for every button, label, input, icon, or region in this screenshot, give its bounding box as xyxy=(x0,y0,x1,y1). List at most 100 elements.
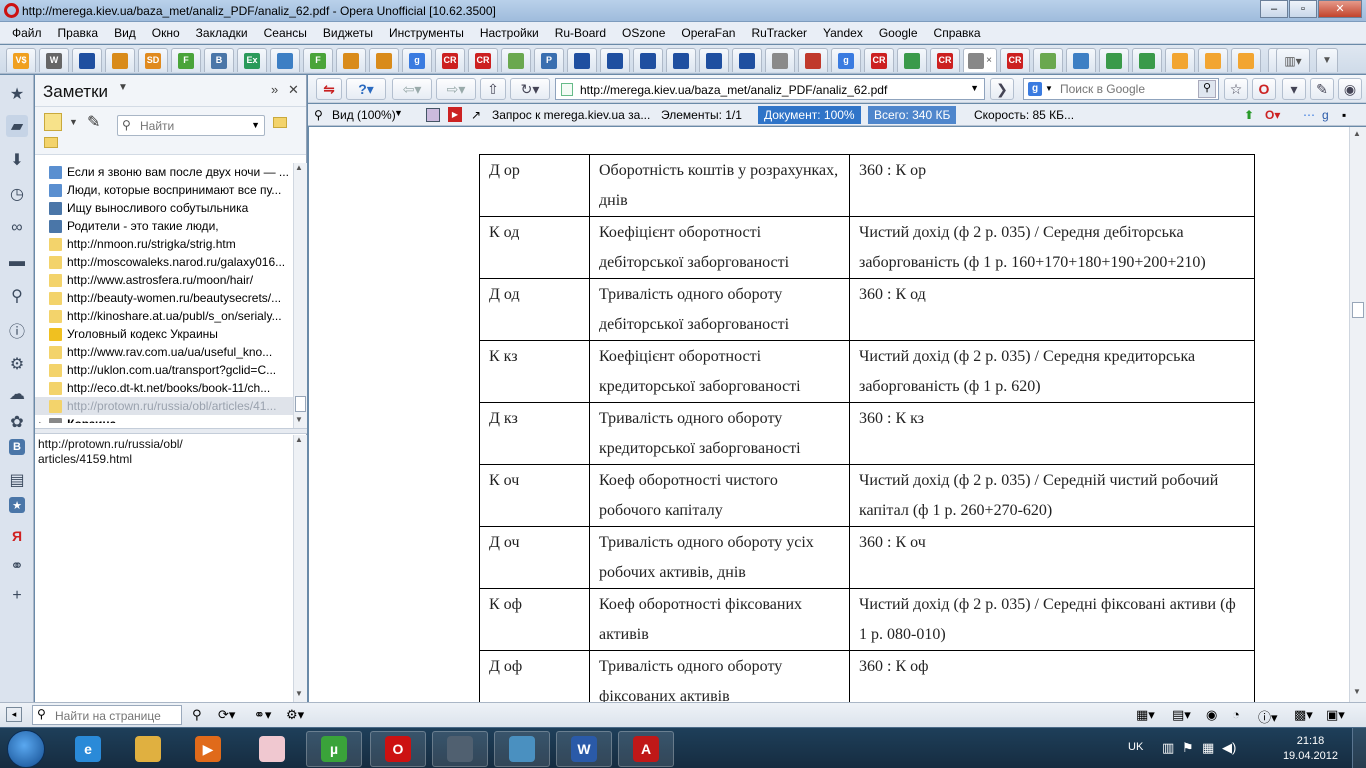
menu-item[interactable]: Yandex xyxy=(815,26,871,40)
notes-list-scrollbar[interactable]: ▲ ▼ xyxy=(293,163,307,428)
image-icon[interactable]: ▦▾ xyxy=(1136,707,1155,723)
tab[interactable] xyxy=(1165,48,1195,72)
tab[interactable]: CR xyxy=(930,48,960,72)
yandex-panel-icon[interactable]: Я xyxy=(6,525,28,547)
menu-item[interactable]: Справка xyxy=(926,26,989,40)
notes-title[interactable]: Заметки xyxy=(43,82,108,102)
note-item[interactable]: http://kinoshare.at.ua/publ/s_on/serialy… xyxy=(35,307,293,325)
taskbar-app[interactable] xyxy=(120,731,176,767)
settings-icon[interactable]: ⚙▾ xyxy=(286,707,304,723)
network-icon[interactable]: ▥ xyxy=(1162,740,1174,756)
network-status-icon[interactable]: ▦ xyxy=(1202,740,1214,756)
new-note-icon[interactable] xyxy=(44,113,62,131)
zoom-icon[interactable]: ⚲ xyxy=(192,707,202,723)
close-tab-icon[interactable]: × xyxy=(986,55,992,66)
share-icon[interactable]: ⚭▾ xyxy=(254,707,271,723)
tab[interactable] xyxy=(1066,48,1096,72)
zoom-icon[interactable]: ⚲ xyxy=(314,108,323,122)
star-icon[interactable]: ☆ xyxy=(1224,78,1248,100)
note-item[interactable]: http://protown.ru/russia/obl/articles/41… xyxy=(35,397,293,415)
widget-panel-icon[interactable]: ☁ xyxy=(6,383,28,405)
tab[interactable]: CR xyxy=(864,48,894,72)
tab[interactable] xyxy=(1033,48,1063,72)
menu-item[interactable]: OSzone xyxy=(614,26,673,40)
tab[interactable] xyxy=(105,48,135,72)
view-icon[interactable]: ▣▾ xyxy=(1326,707,1345,723)
windows-panel-icon[interactable]: ▬ xyxy=(6,251,28,273)
flag-icon[interactable]: ⚑ xyxy=(1182,740,1194,756)
menu-item[interactable]: Окно xyxy=(144,26,188,40)
stop-icon[interactable]: O▾ xyxy=(1265,108,1280,122)
tab[interactable]: B xyxy=(204,48,234,72)
note-item[interactable]: http://beauty-women.ru/beautysecrets/... xyxy=(35,289,293,307)
taskbar-app[interactable]: e xyxy=(60,731,116,767)
folder-icon[interactable] xyxy=(273,117,287,128)
edit-icon[interactable]: ✎ xyxy=(1310,78,1334,100)
start-button[interactable] xyxy=(7,730,45,768)
chevron-down-icon[interactable]: ▼ xyxy=(394,108,403,118)
tab[interactable] xyxy=(600,48,630,72)
search-panel-icon[interactable]: ⚲ xyxy=(6,285,28,307)
note-item[interactable]: http://eco.dt-kt.net/books/book-11/ch... xyxy=(35,379,293,397)
settings-panel-icon[interactable]: ⚙ xyxy=(6,353,28,375)
tab[interactable] xyxy=(1099,48,1129,72)
tab[interactable] xyxy=(732,48,762,72)
panels-toggle-button[interactable]: ⇋ xyxy=(316,78,342,100)
tab[interactable] xyxy=(798,48,828,72)
expand-icon[interactable]: ▷ xyxy=(39,420,45,424)
tab[interactable]: Ex xyxy=(237,48,267,72)
chevron-down-icon[interactable]: ▼ xyxy=(118,82,128,93)
tab[interactable] xyxy=(72,48,102,72)
tab[interactable] xyxy=(501,48,531,72)
flower-panel-icon[interactable]: ✿ xyxy=(6,411,28,433)
opera-icon[interactable] xyxy=(4,3,19,18)
search-input[interactable] xyxy=(1060,81,1200,97)
reload-button[interactable]: ↻▾ xyxy=(510,78,550,100)
tab[interactable]: W xyxy=(39,48,69,72)
minimize-button[interactable]: – xyxy=(1260,0,1288,18)
document-scrollbar[interactable]: ▲ ▼ xyxy=(1349,127,1366,702)
google-icon[interactable]: g xyxy=(1322,108,1329,122)
menu-item[interactable]: Сеансы xyxy=(256,26,315,40)
tab[interactable]: SD xyxy=(138,48,168,72)
google-icon[interactable]: g xyxy=(1028,82,1042,96)
taskbar-app[interactable]: W xyxy=(556,731,612,767)
tab[interactable] xyxy=(1231,48,1261,72)
menu-item[interactable]: Ru-Board xyxy=(547,26,614,40)
help-button[interactable]: ?▾ xyxy=(346,78,386,100)
menu-item[interactable]: Google xyxy=(871,26,926,40)
notes-panel-icon[interactable]: ▰ xyxy=(6,115,28,137)
scroll-thumb[interactable] xyxy=(295,396,306,412)
tab[interactable]: g xyxy=(831,48,861,72)
close-button[interactable]: ✕ xyxy=(1318,0,1362,18)
add-panel-icon[interactable]: + xyxy=(6,585,28,607)
zoom-level[interactable]: Вид (100%) xyxy=(332,108,396,122)
closed-tabs-icon[interactable]: ▥▾ xyxy=(1276,48,1310,72)
back-button[interactable]: ⇦▾ xyxy=(392,78,432,100)
vk-panel-icon[interactable]: B xyxy=(9,439,25,455)
notes-search-input[interactable] xyxy=(140,116,250,135)
block-icon[interactable] xyxy=(426,108,440,122)
eye-icon[interactable]: ◉ xyxy=(1338,78,1362,100)
taskbar-app[interactable] xyxy=(494,731,550,767)
tab[interactable]: V$ xyxy=(6,48,36,72)
tab[interactable]: F xyxy=(303,48,333,72)
tab[interactable] xyxy=(765,48,795,72)
chevron-down-icon[interactable]: ▼ xyxy=(69,117,78,127)
info-icon[interactable]: ⓘ▾ xyxy=(1258,707,1278,726)
maximize-button[interactable]: ▫ xyxy=(1289,0,1317,18)
address-url[interactable]: http://merega.kiev.ua/baza_met/analiz_PD… xyxy=(580,83,887,97)
taskbar-app[interactable] xyxy=(432,731,488,767)
calendar-panel-icon[interactable]: ▤ xyxy=(6,469,28,491)
speed-dial-icon[interactable]: ◉ xyxy=(1206,707,1217,723)
widgets-icon[interactable]: ▩▾ xyxy=(1294,707,1313,723)
tab[interactable] xyxy=(336,48,366,72)
close-panel-icon[interactable]: ✕ xyxy=(288,82,299,98)
note-item[interactable]: http://www.rav.com.ua/ua/useful_kno... xyxy=(35,343,293,361)
note-item[interactable]: Уголовный кодекс Украины xyxy=(35,325,293,343)
youtube-icon[interactable]: ▶ xyxy=(448,107,462,122)
chevron-down-icon[interactable]: ▼ xyxy=(251,120,260,130)
more-icon[interactable]: ⋯ xyxy=(1303,108,1315,122)
taskbar-app[interactable]: µ xyxy=(306,731,362,767)
tab[interactable]: g xyxy=(402,48,432,72)
